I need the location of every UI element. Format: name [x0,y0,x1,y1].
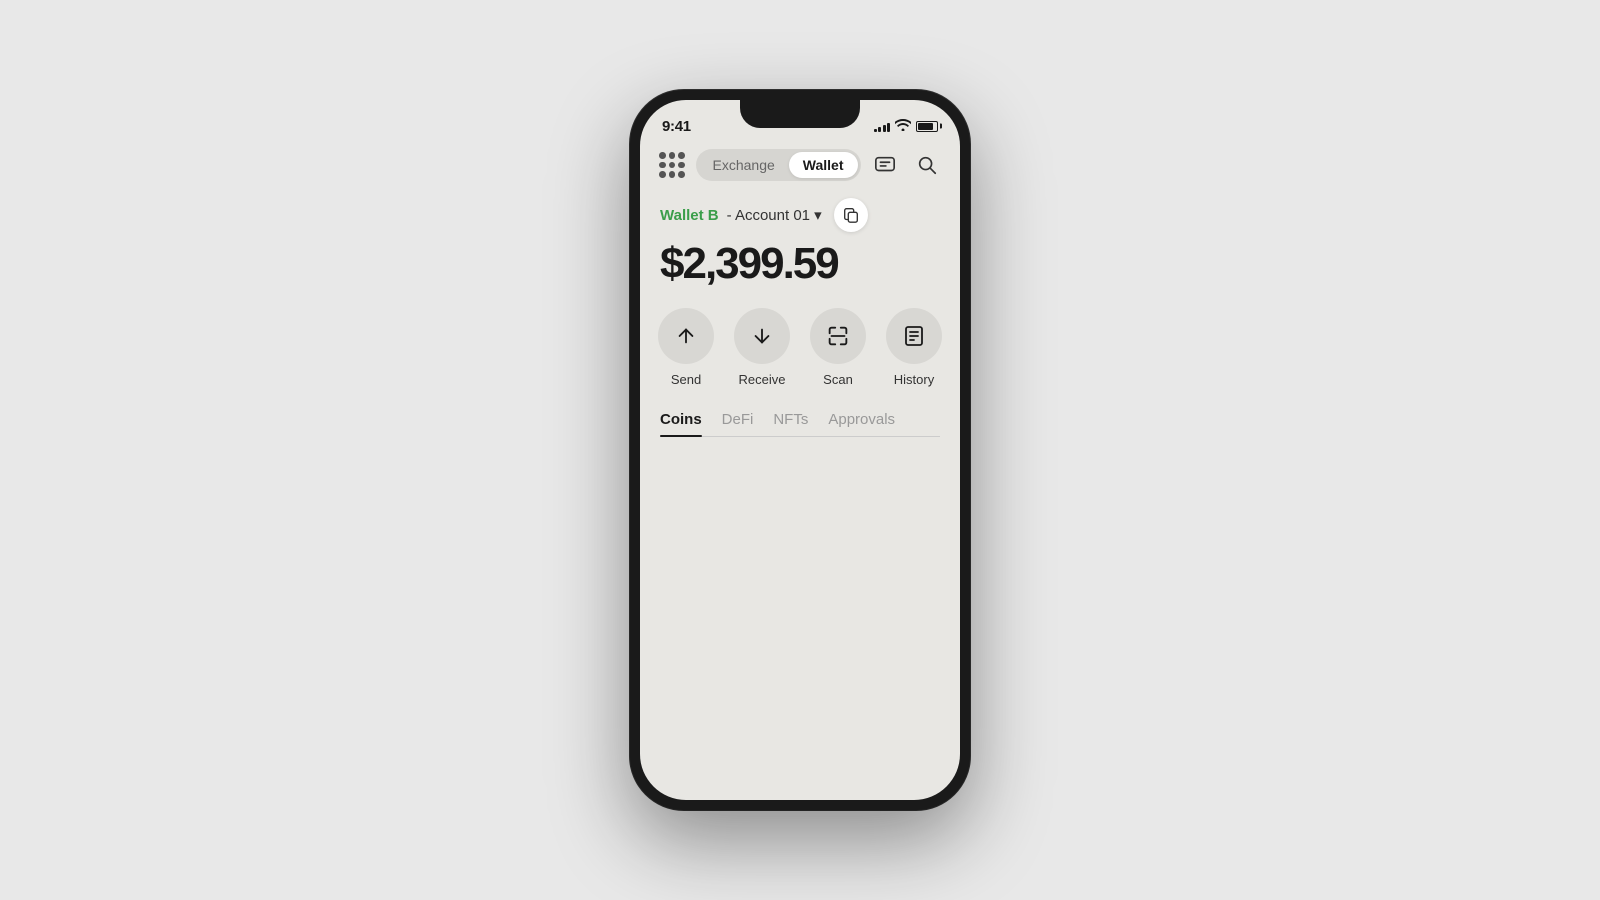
send-icon-circle [658,308,714,364]
chat-icon-button[interactable] [868,148,902,182]
phone-frame: 9:41 [630,90,970,810]
receive-icon-circle [734,308,790,364]
wifi-icon [895,119,911,134]
send-label: Send [671,372,701,387]
history-icon-circle [886,308,942,364]
notch [740,100,860,128]
scan-icon-circle [810,308,866,364]
search-icon-button[interactable] [910,148,944,182]
top-nav: Exchange Wallet [640,144,960,190]
wallet-tab[interactable]: Wallet [789,152,858,178]
battery-icon [916,121,938,132]
phone-screen: 9:41 [640,100,960,800]
history-label: History [894,372,934,387]
exchange-tab[interactable]: Exchange [699,152,789,178]
receive-label: Receive [739,372,786,387]
account-sub: - Account 01 ▾ [727,206,822,224]
history-action[interactable]: History [886,308,942,387]
balance-amount: $2,399.59 [660,240,940,288]
battery-fill [918,123,933,130]
receive-action[interactable]: Receive [734,308,790,387]
send-action[interactable]: Send [658,308,714,387]
scan-label: Scan [823,372,853,387]
status-time: 9:41 [662,118,691,135]
action-buttons: Send Receive [640,304,960,403]
signal-icon [874,120,891,132]
copy-address-button[interactable] [834,198,868,232]
wallet-name: Wallet B [660,207,719,224]
status-icons [874,119,939,134]
account-section: Wallet B - Account 01 ▾ $2,399.59 [640,190,960,304]
asset-tabs: Coins DeFi NFTs Approvals [640,403,960,437]
coins-tab[interactable]: Coins [660,403,702,436]
scan-action[interactable]: Scan [810,308,866,387]
approvals-tab[interactable]: Approvals [828,403,895,436]
nfts-tab[interactable]: NFTs [773,403,808,436]
account-row: Wallet B - Account 01 ▾ [660,198,940,232]
exchange-wallet-switcher: Exchange Wallet [696,149,861,181]
nav-actions [868,148,944,182]
grid-menu-icon[interactable] [656,149,688,181]
defi-tab[interactable]: DeFi [722,403,754,436]
tabs-row: Coins DeFi NFTs Approvals [660,403,940,437]
